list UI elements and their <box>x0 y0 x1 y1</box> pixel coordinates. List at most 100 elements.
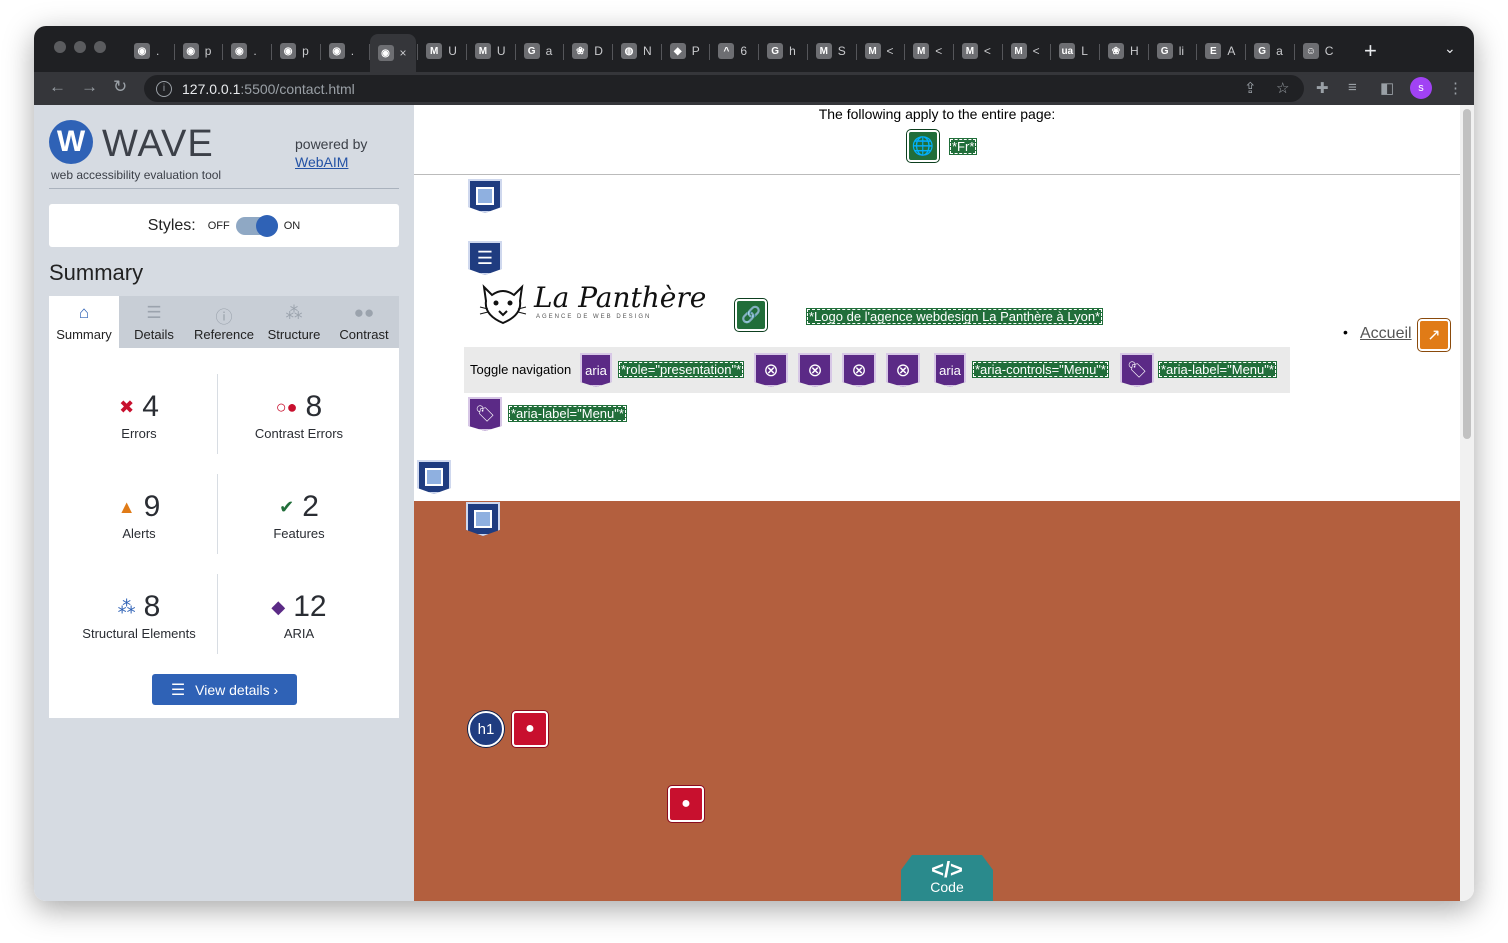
browser-tab[interactable]: ◉. <box>223 36 270 66</box>
reload-icon[interactable]: ↻ <box>113 77 127 97</box>
aria-controls-label: *aria-controls="Menu"* <box>972 361 1109 378</box>
tab-summary[interactable]: ⌂ Summary <box>49 296 119 348</box>
browser-tab[interactable]: M < <box>1003 36 1050 66</box>
linked-image-alt-icon[interactable]: 🔗 <box>735 299 767 331</box>
tab-favicon-icon: ◉ <box>182 43 199 59</box>
browser-tab[interactable]: ua L <box>1051 36 1098 66</box>
browser-tab[interactable]: ◉. <box>321 36 368 66</box>
forward-icon[interactable]: → <box>81 77 98 97</box>
browser-tab[interactable]: ^ 6 <box>710 36 757 66</box>
aria-label-tag-icon[interactable]: 🏷 <box>1120 353 1154 387</box>
info-icon: ⓘ <box>215 307 233 327</box>
browser-tab[interactable]: MS <box>808 36 855 66</box>
tab-search-icon[interactable]: ⌄ <box>1444 40 1456 57</box>
browser-tab[interactable]: ◍ N <box>613 36 660 66</box>
aria-icon[interactable]: aria <box>934 353 966 387</box>
browser-tab[interactable]: Gli <box>1149 36 1196 66</box>
tab-details[interactable]: ☰ Details <box>119 296 189 348</box>
browser-tab[interactable]: ◉ p <box>175 36 222 66</box>
media-icon[interactable]: ≡ <box>1348 79 1357 96</box>
panthere-logo[interactable]: La Panthère AGENCE DE WEB DESIGN <box>478 281 708 325</box>
tab-structure[interactable]: ⁂ Structure <box>259 296 329 348</box>
header-landmark-icon[interactable] <box>468 179 502 213</box>
aria-icon[interactable]: aria <box>580 353 612 387</box>
aria-hidden-icon[interactable]: ⊗ <box>886 353 920 387</box>
browser-tab[interactable]: MU <box>418 36 465 66</box>
h1-heading-icon[interactable]: h1 <box>468 711 504 747</box>
maximize-window-button[interactable] <box>94 41 106 53</box>
tab-favicon-icon: ◍ <box>621 43 637 59</box>
browser-tab[interactable]: EA <box>1197 36 1244 66</box>
nav-link-accueil[interactable]: Accueil <box>1360 325 1412 343</box>
browser-tab[interactable]: ❀ H <box>1100 36 1147 66</box>
aria-label-tag-icon[interactable]: 🏷 <box>468 397 502 431</box>
wave-tagline: web accessibility evaluation tool <box>51 168 222 182</box>
aria-hidden-icon[interactable]: ⊗ <box>842 353 876 387</box>
code-panel-toggle[interactable]: </> Code <box>901 855 993 901</box>
menu-kebab-icon[interactable]: ⋮ <box>1448 79 1463 97</box>
webaim-link[interactable]: WebAIM <box>295 154 348 170</box>
stat-contrast-errors[interactable]: ○● 8 Contrast Errors <box>219 390 379 441</box>
tab-title: N <box>643 44 652 58</box>
aria-hidden-icon[interactable]: ⊗ <box>798 353 832 387</box>
language-globe-icon[interactable]: 🌐 <box>907 130 939 162</box>
browser-tab[interactable]: M < <box>857 36 904 66</box>
browser-tab[interactable]: ◉ p <box>272 36 319 66</box>
browser-tab[interactable]: M < <box>954 36 1001 66</box>
browser-tab[interactable]: MU <box>467 36 514 66</box>
tab-favicon-icon: ◉ <box>134 43 150 59</box>
browser-tab[interactable]: ☺ C <box>1295 36 1342 66</box>
view-details-button[interactable]: ☰ View details › <box>152 674 297 705</box>
aria-hidden-icon[interactable]: ⊗ <box>754 353 788 387</box>
logo-alt-label: *Logo de l'agence webdesign La Panthère … <box>806 308 1104 325</box>
aria-label-label: *aria-label="Menu"* <box>1158 361 1277 378</box>
stat-errors[interactable]: ✖ 4 Errors <box>59 390 219 441</box>
contrast-error-marker-icon[interactable]: ● <box>668 786 704 822</box>
tab-favicon-icon: M <box>815 43 832 59</box>
new-tab-button[interactable]: + <box>1364 38 1377 64</box>
side-panel-icon[interactable]: ◧ <box>1380 79 1394 97</box>
stat-structural[interactable]: ⁂ 8 Structural Elements <box>59 590 219 641</box>
section-landmark-icon[interactable] <box>466 502 500 536</box>
browser-tab[interactable]: M < <box>905 36 952 66</box>
browser-tab[interactable]: Ga <box>516 36 563 66</box>
tab-favicon-icon: ◉ <box>377 45 394 61</box>
scrollbar-thumb[interactable] <box>1463 109 1471 439</box>
page-scrollbar[interactable] <box>1460 105 1474 901</box>
minimize-window-button[interactable] <box>74 41 86 53</box>
tab-reference[interactable]: ⓘ Reference <box>189 296 259 348</box>
browser-tab[interactable]: Gh <box>759 36 806 66</box>
page-wide-heading: The following apply to the entire page: <box>818 106 1056 122</box>
toggle-knob[interactable] <box>255 214 278 237</box>
contrast-error-marker-icon[interactable]: ● <box>512 711 548 747</box>
navigation-landmark-icon[interactable]: ☰ <box>468 241 502 275</box>
feature-check-icon: ✔ <box>279 496 295 517</box>
address-bar[interactable]: i 127.0.0.1 :5500/contact.html <box>144 75 1304 102</box>
share-icon[interactable]: ⇪ <box>1244 79 1257 97</box>
browser-tab[interactable]: ◆ P <box>662 36 709 66</box>
nav-bullet: • <box>1343 324 1348 340</box>
tab-title: li <box>1178 44 1185 58</box>
browser-tab[interactable]: Ga <box>1246 36 1293 66</box>
site-info-icon[interactable]: i <box>156 80 172 97</box>
tab-title: U <box>496 44 506 58</box>
back-icon[interactable]: ← <box>49 77 66 97</box>
styles-off-label: OFF <box>207 219 230 232</box>
tab-favicon-icon: G <box>767 43 784 59</box>
close-window-button[interactable] <box>54 41 66 53</box>
tab-contrast[interactable]: ●● Contrast <box>329 296 399 348</box>
extensions-icon[interactable]: ✚ <box>1316 79 1329 97</box>
errors-count: 4 <box>142 390 159 423</box>
redundant-link-alert-icon[interactable]: ↗ <box>1418 319 1450 351</box>
bookmark-star-icon[interactable]: ☆ <box>1276 79 1289 97</box>
browser-tab[interactable]: ◉. <box>126 36 173 66</box>
styles-toggle[interactable] <box>235 214 278 237</box>
main-landmark-icon[interactable] <box>417 460 451 494</box>
browser-tab[interactable]: ◉ × <box>369 34 417 72</box>
tab-favicon-icon: M <box>474 43 491 59</box>
stat-features[interactable]: ✔ 2 Features <box>219 490 379 541</box>
browser-tab[interactable]: ❀ D <box>564 36 611 66</box>
profile-avatar[interactable]: s <box>1410 77 1432 99</box>
stat-aria[interactable]: ◆ 12 ARIA <box>219 590 379 641</box>
stat-alerts[interactable]: ▲ 9 Alerts <box>59 490 219 541</box>
